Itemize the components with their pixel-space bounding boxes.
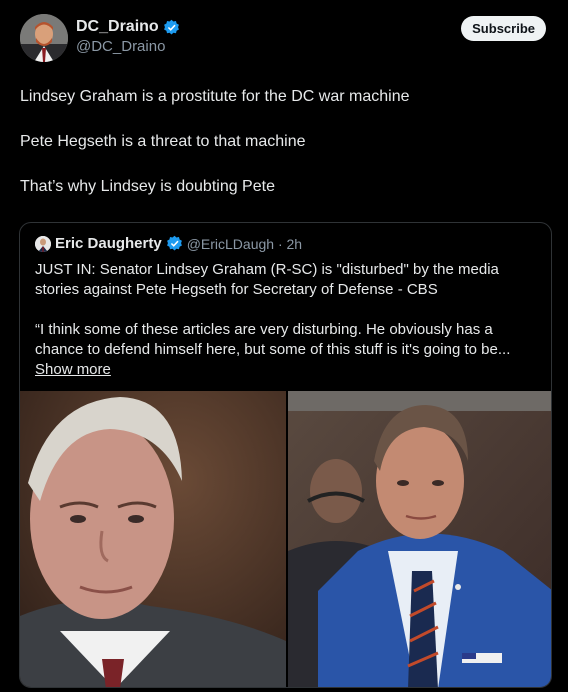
quoted-paragraph-text: “I think some of these articles are very… xyxy=(35,321,511,358)
quoted-author-handle-time[interactable]: @EricLDaugh · 2h xyxy=(187,236,302,252)
quoted-paragraph: JUST IN: Senator Lindsey Graham (R-SC) i… xyxy=(35,261,499,298)
verified-badge-icon xyxy=(166,235,182,251)
tweet-paragraph: That’s why Lindsey is doubting Pete xyxy=(20,178,275,195)
portrait-photo-image xyxy=(288,391,551,687)
quoted-paragraph: “I think some of these articles are very… xyxy=(35,320,545,380)
tweet-header: DC_Draino @DC_Draino Subscribe xyxy=(20,14,550,64)
profile-photo-icon xyxy=(20,14,68,62)
show-more-link[interactable]: Show more xyxy=(35,361,111,378)
verified-badge-icon xyxy=(163,19,179,34)
quoted-tweet-text: JUST IN: Senator Lindsey Graham (R-SC) i… xyxy=(35,260,545,400)
quoted-tweet[interactable]: Eric Daugherty @EricLDaugh · 2h JUST IN:… xyxy=(19,222,552,688)
subscribe-button[interactable]: Subscribe xyxy=(461,16,546,41)
quoted-tweet-header: Eric Daugherty @EricLDaugh · 2h xyxy=(35,235,302,252)
tweet-paragraph: Lindsey Graham is a prostitute for the D… xyxy=(20,88,410,105)
profile-photo-icon xyxy=(35,235,51,252)
author-handle[interactable]: @DC_Draino xyxy=(76,38,165,55)
media-photo-right[interactable] xyxy=(288,391,551,687)
author-display-name[interactable]: DC_Draino xyxy=(76,18,159,36)
quoted-tweet-media[interactable] xyxy=(20,391,551,687)
quoted-author-name[interactable]: Eric Daugherty xyxy=(55,235,162,252)
portrait-photo-image xyxy=(20,391,286,687)
author-avatar[interactable] xyxy=(20,14,68,62)
media-photo-left[interactable] xyxy=(20,391,286,687)
quoted-author-avatar[interactable] xyxy=(35,235,51,252)
tweet-paragraph: Pete Hegseth is a threat to that machine xyxy=(20,133,306,150)
tweet-text: Lindsey Graham is a prostitute for the D… xyxy=(20,86,540,221)
